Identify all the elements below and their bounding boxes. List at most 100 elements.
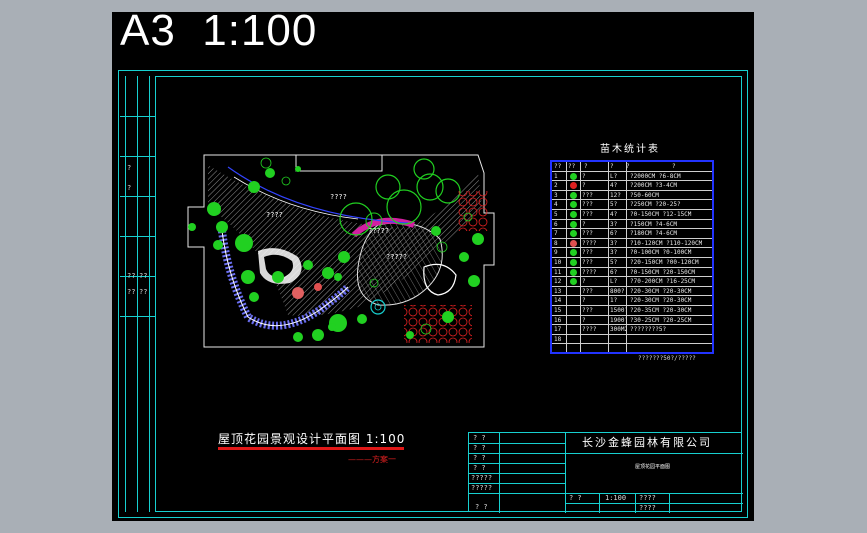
- table-header-row: ?? ?? ? ? ? ?: [552, 162, 712, 172]
- row-number: 15: [554, 307, 562, 314]
- plan-subtitle: ———方案一: [348, 455, 396, 464]
- cad-viewport[interactable]: A3 1:100 ? ? ?? ?? ?? ?? ???? ???? ?????…: [112, 12, 754, 521]
- seedling-table: ?? ?? ? ? ? ? 1? L? ?2000CM ?6-8CM 2? 4? ?200…: [550, 160, 714, 354]
- table-row: 7??? 6? ?180CM ?4-6CM: [552, 229, 712, 239]
- plant-name: ???: [582, 211, 593, 218]
- table-header-cell: ?: [672, 163, 676, 170]
- plant-symbol-icon: [570, 259, 577, 266]
- plant-quantity: 5?: [610, 201, 618, 209]
- row-number: 7: [554, 230, 558, 238]
- garden-plan-drawing: ???? ???? ????? ?????: [187, 154, 495, 348]
- left-mark: ??: [139, 272, 148, 280]
- table-row: 4??? 5? ?250CM ?20-25?: [552, 200, 712, 210]
- plant-quantity: [610, 335, 626, 345]
- table-row: 9??? 3? ?0-100CM ?0-100CM: [552, 248, 712, 258]
- plant-quantity: 1?: [610, 297, 618, 305]
- table-header-cell: ??: [568, 163, 576, 170]
- row-number: 18: [554, 335, 562, 343]
- titleblock-cell: ? ?: [473, 444, 486, 452]
- plant-symbol-icon: [570, 268, 577, 276]
- plant-quantity: 1900?: [610, 316, 626, 324]
- row-number: 4: [554, 201, 558, 209]
- titleblock-cell: ????: [639, 494, 656, 502]
- tree-large: [386, 189, 422, 225]
- row-number: 3: [554, 191, 558, 199]
- table-row: 13??? 800? ?20-30CM ?20-30CM: [552, 287, 712, 297]
- company-name: 长沙金蜂园林有限公司: [582, 436, 712, 449]
- plant-symbol-icon: [570, 191, 577, 199]
- titleblock-cell: ?????: [471, 484, 493, 492]
- row-number: 13: [554, 287, 562, 295]
- table-row: 17???? 300M2 ????????5?: [552, 325, 712, 335]
- plant-spec: ?20-35CM ?20-30CM: [630, 307, 692, 314]
- table-row: 3??? 12? ?50-60CM: [552, 191, 712, 201]
- plant-quantity: 800?: [610, 287, 625, 295]
- table-header-cell: ?: [610, 163, 614, 170]
- plant-spec: ?50-60CM: [630, 191, 659, 199]
- titleblock-cell: ?????: [471, 474, 493, 482]
- plant-name: ????: [582, 268, 597, 276]
- plant-spec: [630, 335, 712, 345]
- plant-symbol-icon: [570, 239, 577, 247]
- plant-symbol-icon: [570, 172, 577, 180]
- plant-spec: ?2000CM ?6-8CM: [630, 172, 681, 180]
- plant-symbol-icon: [570, 278, 577, 286]
- plant-name: ???: [582, 287, 593, 295]
- table-header-cell: ?: [584, 163, 588, 170]
- titleblock-cell: ? ?: [569, 494, 582, 502]
- red-shrub: [292, 287, 304, 299]
- plant-quantity: 4?: [610, 211, 618, 218]
- table-row: 14? 1? ?20-30CM ?20-30CM: [552, 296, 712, 306]
- plant-symbol-icon: [570, 201, 577, 209]
- plant-name: ?: [582, 316, 586, 324]
- table-row: 11???? 6? ?0-150CM ?20-150CM: [552, 268, 712, 278]
- plant-name: ???: [582, 307, 593, 314]
- plant-quantity: 3?: [610, 249, 618, 257]
- row-number: 10: [554, 259, 562, 266]
- plant-name: ????: [582, 326, 597, 334]
- plant-spec: ?0-150CM ?20-150CM: [630, 268, 696, 276]
- table-column-line: [608, 162, 609, 352]
- plant-spec: ?0-150CM ?12-15CM: [630, 211, 692, 218]
- plant-spec: ?20-150CM ?00-120CM: [630, 259, 699, 266]
- central-plaza: [356, 222, 443, 306]
- table-row: 5??? 4? ?0-150CM ?12-15CM: [552, 210, 712, 220]
- row-number: 2: [554, 182, 558, 190]
- plant-spec: ?10-120CM ?110-120CM: [630, 239, 703, 247]
- binding-strip: ? ? ?? ?? ?? ??: [120, 76, 155, 512]
- table-column-line: [566, 162, 567, 352]
- plant-quantity: 1500?: [610, 307, 626, 314]
- plan-label: ????: [266, 211, 283, 219]
- table-column-line: [580, 162, 581, 352]
- plant-name: ????: [582, 239, 597, 247]
- table-row: 12? L? ?70-200CM ?16-25CM: [552, 277, 712, 287]
- plant-symbol-icon: [570, 220, 577, 228]
- plant-spec: ?30-25CM ?20-25CM: [630, 316, 692, 324]
- table-header-cell: ??: [554, 163, 562, 170]
- red-shrub: [314, 283, 322, 291]
- table-row: 15??? 1500? ?20-35CM ?20-30CM: [552, 306, 712, 316]
- red-shrubs: [404, 305, 472, 343]
- plant-name: ?: [582, 182, 586, 190]
- plant-spec: ????????5?: [630, 326, 667, 334]
- left-mark: ?: [127, 164, 132, 172]
- plant-quantity: 12?: [610, 191, 621, 199]
- plan-label: ?????: [386, 253, 407, 261]
- plant-spec: ?70-200CM ?16-25CM: [630, 278, 696, 286]
- row-number: 9: [554, 249, 558, 257]
- row-number: 12: [554, 278, 562, 286]
- table-row: 6? 3? ?150CM ?4-6CM: [552, 220, 712, 230]
- plant-spec: ?200CM ?3-4CM: [630, 182, 677, 190]
- table-row: 1? L? ?2000CM ?6-8CM: [552, 172, 712, 182]
- row-number: 14: [554, 297, 562, 305]
- titleblock-cell: ? ?: [473, 434, 486, 442]
- titleblock-cell: ????: [639, 504, 656, 512]
- plant-symbol-icon: [570, 249, 577, 257]
- left-mark: ??: [139, 288, 148, 296]
- plant-spec: ?20-30CM ?20-30CM: [630, 287, 692, 295]
- roof-opening: [295, 154, 383, 172]
- titleblock-cell: ? ?: [475, 503, 488, 511]
- table-row: 18: [552, 335, 712, 345]
- plant-name: ???: [582, 191, 593, 199]
- table-row: 10??? 5? ?20-150CM ?00-120CM: [552, 258, 712, 268]
